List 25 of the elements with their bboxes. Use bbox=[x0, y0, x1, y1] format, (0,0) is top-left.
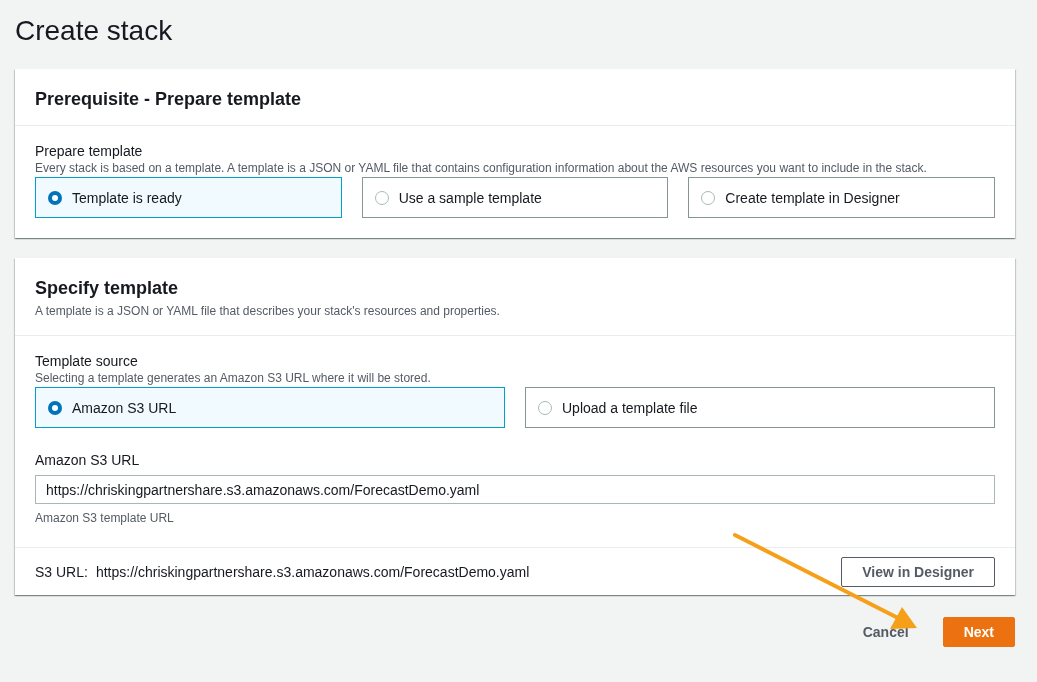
field-description: Selecting a template generates an Amazon S3 URL where it will be stored. bbox=[35, 370, 432, 387]
radio-option[interactable]: Amazon S3 URL bbox=[35, 387, 505, 428]
radio-option[interactable]: Create template in Designer bbox=[688, 177, 995, 218]
s3-url-value: https://chriskingpartnershare.s3.amazonaws.com/ForecastDemo.yaml bbox=[95, 564, 530, 580]
field-description: Every stack is based on a template. A template is a JSON or YAML file that contains configuration information about the AWS resources you want to include in the stack. bbox=[35, 160, 928, 177]
page-title: Create stack bbox=[15, 14, 174, 48]
field-hint: Amazon S3 template URL bbox=[35, 510, 175, 527]
field-label: Template source bbox=[35, 352, 139, 370]
view-in-designer-button[interactable]: View in Designer bbox=[841, 557, 995, 587]
radio-icon bbox=[48, 400, 62, 415]
url-input-field[interactable]: https://chriskingpartnershare.s3.amazonaws.com/ForecastDemo.yaml bbox=[35, 475, 995, 504]
radio-icon bbox=[48, 190, 62, 205]
s3-url-label: S3 URL: bbox=[35, 564, 88, 580]
radio-option[interactable]: Template is ready bbox=[35, 177, 342, 218]
radio-icon bbox=[538, 400, 552, 415]
radio-icon bbox=[701, 190, 716, 205]
panel-title: Prerequisite - Prepare template bbox=[35, 88, 303, 110]
radio-icon bbox=[374, 190, 389, 205]
radio-option[interactable]: Use a sample template bbox=[361, 177, 669, 218]
field-label: Amazon S3 URL bbox=[35, 451, 141, 469]
field-label: Prepare template bbox=[35, 142, 144, 160]
cancel-button[interactable]: Cancel bbox=[858, 620, 913, 644]
radio-option[interactable]: Upload a template file bbox=[525, 387, 995, 428]
panel-title: Specify template bbox=[35, 277, 180, 299]
panel-description: A template is a JSON or YAML file that describes your stack's resources and properties. bbox=[35, 303, 501, 320]
